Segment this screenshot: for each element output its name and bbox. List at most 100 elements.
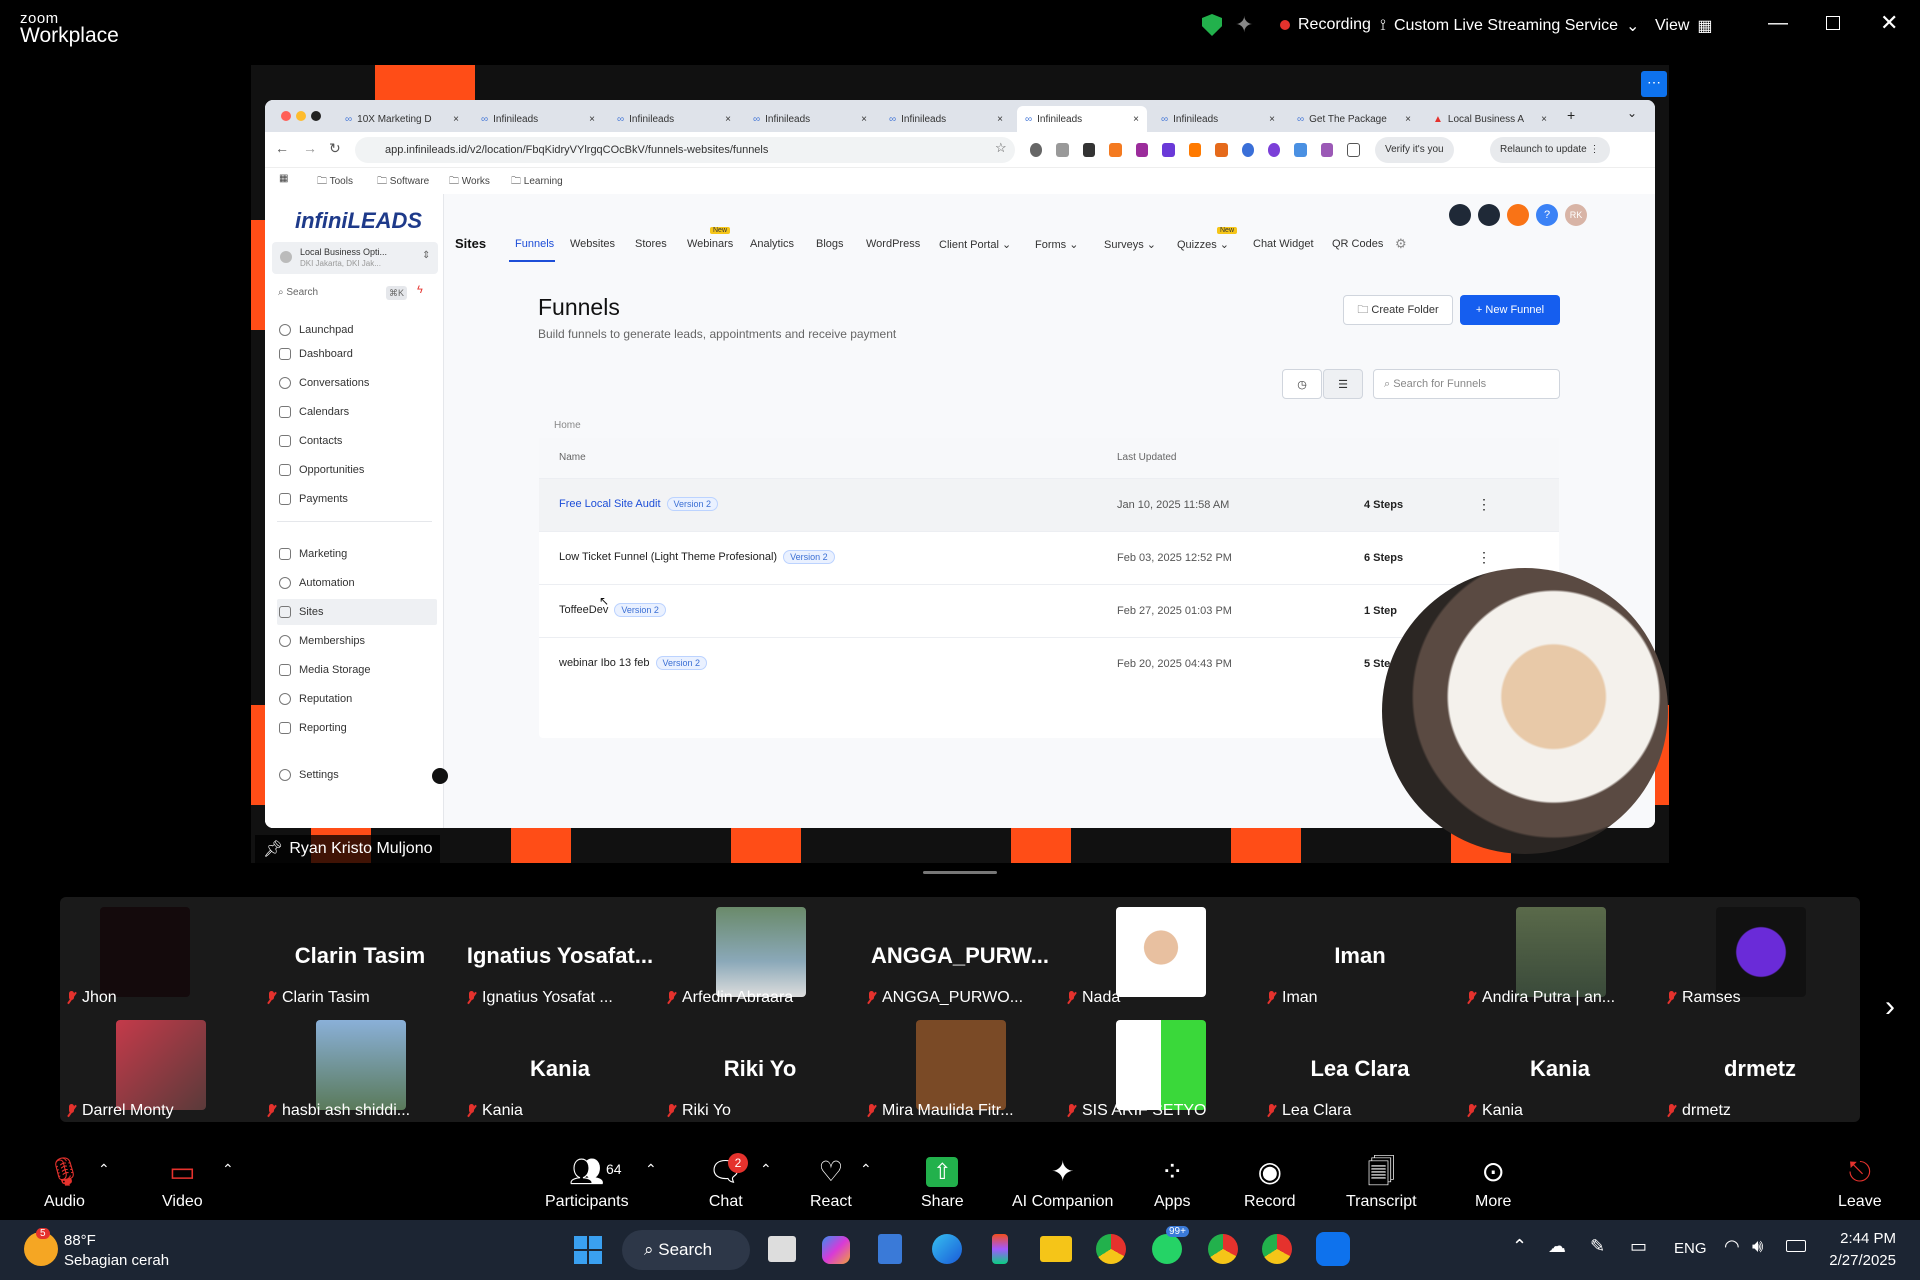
extension-icon[interactable]: [1109, 143, 1122, 157]
extension-icon[interactable]: [1215, 143, 1228, 157]
pen-icon[interactable]: ✎: [1590, 1236, 1605, 1257]
browser-tab[interactable]: ∞ 10X Marketing D ×: [337, 106, 467, 132]
more-button[interactable]: ⊙ More: [1475, 1157, 1511, 1211]
zoom-app-icon[interactable]: [1316, 1232, 1350, 1266]
tab-analytics[interactable]: Analytics: [750, 238, 794, 250]
tab-quizzes[interactable]: Quizzes ⌄: [1177, 238, 1229, 251]
extension-icon[interactable]: [1320, 143, 1334, 157]
phone-icon[interactable]: [1449, 204, 1471, 226]
location-switcher[interactable]: Local Business Opti... DKI Jakarta, DKI …: [272, 242, 438, 274]
extension-icon[interactable]: [1135, 143, 1149, 157]
new-funnel-button[interactable]: + New Funnel: [1460, 295, 1560, 325]
close-icon[interactable]: ×: [453, 114, 459, 125]
participant-tile[interactable]: Iman Iman: [1260, 907, 1460, 1017]
tab-search-icon[interactable]: ⌄: [1627, 106, 1637, 120]
sidebar-item-marketing[interactable]: Marketing: [277, 541, 437, 567]
extension-icon[interactable]: [1188, 143, 1202, 157]
sidebar-item-memberships[interactable]: Memberships: [277, 628, 437, 654]
back-icon[interactable]: ←: [275, 140, 289, 156]
profile-verify-button[interactable]: Verify it's you: [1375, 137, 1454, 163]
ai-companion-button[interactable]: ✦ AI Companion: [1012, 1157, 1113, 1211]
video-button[interactable]: ▭ Video: [162, 1157, 203, 1211]
tab-websites[interactable]: Websites: [570, 238, 615, 250]
extensions-puzzle-icon[interactable]: [1347, 143, 1360, 157]
tab-client-portal[interactable]: Client Portal ⌄: [939, 238, 1011, 251]
participant-tile[interactable]: Jhon: [60, 907, 260, 1017]
next-page-icon[interactable]: ›: [1885, 990, 1895, 1024]
tab-surveys[interactable]: Surveys ⌄: [1104, 238, 1156, 251]
tab-chat-widget[interactable]: Chat Widget: [1253, 238, 1314, 250]
tab-qr-codes[interactable]: QR Codes: [1332, 238, 1383, 250]
table-row[interactable]: Low Ticket Funnel (Light Theme Profesion…: [539, 531, 1559, 584]
video-options-chevron-icon[interactable]: ⌃: [222, 1161, 234, 1178]
taskbar-search[interactable]: ⌕ Search: [622, 1230, 750, 1270]
volume-icon[interactable]: 🔊︎: [1752, 1236, 1763, 1257]
tab-stores[interactable]: Stores: [635, 238, 667, 250]
whatsapp-icon[interactable]: [1152, 1234, 1182, 1264]
minimize-dot-icon[interactable]: [296, 111, 306, 121]
clock-time[interactable]: 2:44 PM: [1826, 1230, 1896, 1247]
sidebar-item-reporting[interactable]: Reporting: [277, 715, 437, 741]
display-icon[interactable]: ▭: [1630, 1236, 1647, 1257]
chat-options-chevron-icon[interactable]: ⌃: [760, 1161, 772, 1178]
participant-tile[interactable]: Clarin Tasim Clarin Tasim: [260, 907, 460, 1017]
bookmark-folder[interactable]: 🗀︎ Tools: [317, 174, 353, 191]
minimize-icon[interactable]: —: [1768, 12, 1788, 35]
sidebar-item-dashboard[interactable]: Dashboard: [277, 341, 437, 367]
clock-date[interactable]: 2/27/2025: [1816, 1252, 1896, 1269]
extension-icon[interactable]: [1082, 143, 1096, 157]
table-row[interactable]: Free Local Site Audit Version 2 Jan 10, 2…: [539, 478, 1559, 531]
close-icon[interactable]: ×: [1541, 114, 1547, 125]
bookmark-folder[interactable]: 🗀︎ Learning: [511, 174, 563, 191]
lightning-icon[interactable]: ϟ: [417, 284, 423, 296]
extension-icon[interactable]: [1030, 143, 1043, 157]
apps-button[interactable]: ⁘ Apps: [1154, 1157, 1190, 1211]
close-icon[interactable]: ×: [589, 114, 595, 125]
forward-icon[interactable]: →: [303, 140, 317, 156]
sidebar-item-automation[interactable]: Automation: [277, 570, 437, 596]
extension-icon[interactable]: [1241, 143, 1254, 157]
close-icon[interactable]: ×: [725, 114, 731, 125]
list-view-icon[interactable]: ☰: [1323, 369, 1363, 399]
funnel-name-link[interactable]: Low Ticket Funnel (Light Theme Profesion…: [559, 550, 835, 564]
browser-tab[interactable]: ▲ Local Business A ×: [1425, 106, 1555, 132]
participants-options-chevron-icon[interactable]: ⌃: [645, 1161, 657, 1178]
extension-icon[interactable]: [1294, 143, 1307, 157]
more-options-icon[interactable]: ⋮: [1477, 496, 1491, 513]
audio-options-chevron-icon[interactable]: ⌃: [98, 1161, 110, 1178]
avatar[interactable]: RK: [1565, 204, 1587, 226]
participant-tile[interactable]: Arfedin Abraara: [660, 907, 860, 1017]
language-indicator[interactable]: ENG: [1674, 1240, 1707, 1257]
resize-handle[interactable]: [923, 871, 997, 874]
browser-tab[interactable]: ∞ Infinileads ×: [609, 106, 739, 132]
fullscreen-dot-icon[interactable]: [311, 111, 321, 121]
wifi-icon[interactable]: ◠: [1724, 1236, 1740, 1257]
battery-icon[interactable]: [1786, 1240, 1806, 1252]
browser-tab[interactable]: ∞ Get The Package ×: [1289, 106, 1419, 132]
tab-funnels[interactable]: Funnels: [515, 238, 554, 250]
sidebar-item-media-storage[interactable]: Media Storage: [277, 657, 437, 683]
share-button[interactable]: ⇧ Share: [921, 1157, 964, 1211]
recent-view-icon[interactable]: ◷: [1282, 369, 1322, 399]
sidebar-item-launchpad[interactable]: Launchpad: [277, 317, 437, 343]
create-folder-button[interactable]: 🗀︎ Create Folder: [1343, 295, 1453, 325]
settings-gear-icon[interactable]: ⚙: [1395, 236, 1407, 252]
transcript-button[interactable]: 🗐︎ Transcript: [1346, 1157, 1417, 1211]
recording-indicator[interactable]: Recording: [1280, 16, 1371, 34]
reload-icon[interactable]: ↻: [329, 140, 341, 157]
close-icon[interactable]: ×: [1405, 114, 1411, 125]
start-icon[interactable]: [574, 1236, 602, 1264]
participant-tile[interactable]: Lea Clara Lea Clara: [1260, 1020, 1460, 1130]
help-icon[interactable]: ?: [1536, 204, 1558, 226]
leave-button[interactable]: ⎋ Leave: [1838, 1157, 1882, 1211]
browser-tab[interactable]: ∞ Infinileads ×: [1153, 106, 1283, 132]
participant-tile[interactable]: hasbi ash shiddi...: [260, 1020, 460, 1130]
extension-icon[interactable]: [1056, 143, 1069, 157]
sidebar-item-calendars[interactable]: Calendars: [277, 399, 437, 425]
task-view-icon[interactable]: [768, 1236, 796, 1262]
participant-tile[interactable]: Kania Kania: [460, 1020, 660, 1130]
close-icon[interactable]: ×: [997, 114, 1003, 125]
extension-icon[interactable]: [1162, 143, 1175, 157]
bookmark-folder[interactable]: 🗀︎ Works: [449, 174, 490, 191]
apps-grid-icon[interactable]: ▦: [279, 173, 288, 184]
